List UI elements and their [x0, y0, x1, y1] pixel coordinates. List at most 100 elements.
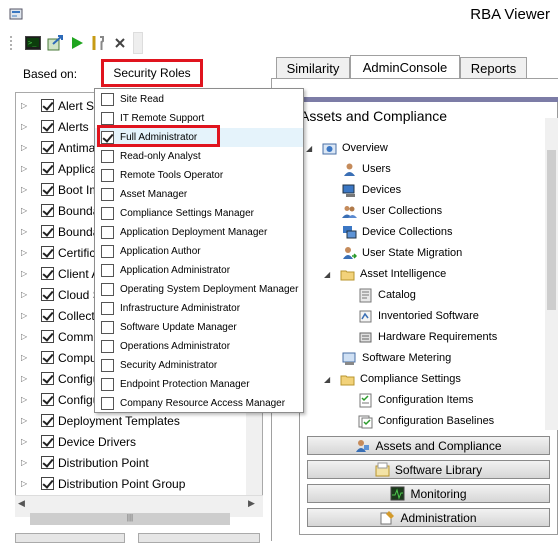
- permission-row[interactable]: ▷ Device Drivers: [16, 431, 262, 452]
- tab-adminconsole[interactable]: AdminConsole: [350, 55, 460, 79]
- tab-reports[interactable]: Reports: [460, 57, 527, 79]
- role-option[interactable]: Application Author: [95, 242, 303, 261]
- console-icon[interactable]: >_: [24, 34, 42, 52]
- role-option[interactable]: Software Update Manager: [95, 318, 303, 337]
- permission-checkbox[interactable]: [41, 435, 54, 448]
- role-option[interactable]: Operating System Deployment Manager: [95, 280, 303, 299]
- collapse-arrow-icon[interactable]: ◢: [306, 144, 316, 153]
- role-option[interactable]: Read-only Analyst: [95, 147, 303, 166]
- permission-checkbox[interactable]: [41, 120, 54, 133]
- bottom-button-2[interactable]: [138, 533, 260, 543]
- permission-checkbox[interactable]: [41, 183, 54, 196]
- role-option[interactable]: Application Deployment Manager: [95, 223, 303, 242]
- expand-arrow-icon[interactable]: ▷: [21, 227, 31, 236]
- tab-similarity[interactable]: Similarity: [276, 57, 350, 79]
- role-option[interactable]: Application Administrator: [95, 261, 303, 280]
- security-roles-dropdown[interactable]: Security Roles: [101, 59, 203, 87]
- permission-checkbox[interactable]: [41, 141, 54, 154]
- workspace-button[interactable]: Software Library: [307, 460, 550, 479]
- permission-checkbox[interactable]: [41, 330, 54, 343]
- role-option[interactable]: Company Resource Access Manager: [95, 394, 303, 413]
- role-option[interactable]: Infrastructure Administrator: [95, 299, 303, 318]
- tree-node[interactable]: Configuration Items: [358, 390, 473, 410]
- tree-node[interactable]: ◢ Compliance Settings: [324, 369, 461, 389]
- permission-checkbox[interactable]: [41, 414, 54, 427]
- expand-arrow-icon[interactable]: ▷: [21, 353, 31, 362]
- role-checkbox[interactable]: [101, 283, 114, 296]
- role-option[interactable]: Remote Tools Operator: [95, 166, 303, 185]
- role-checkbox[interactable]: [101, 245, 114, 258]
- expand-arrow-icon[interactable]: ▷: [21, 101, 31, 110]
- tree-scroll-thumb[interactable]: [547, 150, 556, 310]
- workspace-button[interactable]: Administration: [307, 508, 550, 527]
- permission-checkbox[interactable]: [41, 309, 54, 322]
- permission-row[interactable]: ▷ Distribution Point: [16, 452, 262, 473]
- horizontal-scroll-thumb[interactable]: |||: [30, 513, 230, 525]
- tree-node[interactable]: Users: [342, 159, 391, 179]
- toolbar-overflow-icon[interactable]: [133, 32, 143, 54]
- expand-arrow-icon[interactable]: ▷: [21, 185, 31, 194]
- tools-icon[interactable]: [89, 34, 107, 52]
- role-option[interactable]: Site Read: [95, 90, 303, 109]
- role-checkbox[interactable]: [101, 397, 114, 410]
- expand-arrow-icon[interactable]: ▷: [21, 374, 31, 383]
- permission-checkbox[interactable]: [41, 246, 54, 259]
- expand-arrow-icon[interactable]: ▷: [21, 269, 31, 278]
- role-checkbox[interactable]: [101, 359, 114, 372]
- tree-node[interactable]: Hardware Requirements: [358, 327, 497, 347]
- tree-node[interactable]: User State Migration: [342, 243, 462, 263]
- collapse-arrow-icon[interactable]: ◢: [324, 270, 334, 279]
- tree-node[interactable]: Configuration Baselines: [358, 411, 494, 430]
- export-icon[interactable]: [46, 34, 64, 52]
- expand-arrow-icon[interactable]: ▷: [21, 332, 31, 341]
- role-checkbox[interactable]: [101, 264, 114, 277]
- expand-arrow-icon[interactable]: ▷: [21, 248, 31, 257]
- role-checkbox[interactable]: [101, 321, 114, 334]
- expand-arrow-icon[interactable]: ▷: [21, 143, 31, 152]
- role-checkbox[interactable]: [101, 169, 114, 182]
- permission-checkbox[interactable]: [41, 204, 54, 217]
- permission-checkbox[interactable]: [41, 351, 54, 364]
- expand-arrow-icon[interactable]: ▷: [21, 437, 31, 446]
- tree-node[interactable]: Devices: [342, 180, 401, 200]
- expand-arrow-icon[interactable]: ▷: [21, 479, 31, 488]
- tree-node[interactable]: Device Collections: [342, 222, 452, 242]
- tree-node[interactable]: ◢ Overview: [306, 138, 388, 158]
- permission-row[interactable]: ▷ Deployment Templates: [16, 410, 262, 431]
- role-option[interactable]: Security Administrator: [95, 356, 303, 375]
- close-icon[interactable]: [111, 34, 129, 52]
- role-checkbox[interactable]: [101, 302, 114, 315]
- scroll-right-icon[interactable]: ▶: [248, 498, 255, 509]
- role-checkbox[interactable]: [101, 378, 114, 391]
- tree-node[interactable]: Software Metering: [342, 348, 451, 368]
- permission-checkbox[interactable]: [41, 393, 54, 406]
- role-checkbox[interactable]: [101, 226, 114, 239]
- scroll-left-icon[interactable]: ◀: [18, 498, 25, 509]
- role-option[interactable]: Operations Administrator: [95, 337, 303, 356]
- permission-checkbox[interactable]: [41, 456, 54, 469]
- role-checkbox[interactable]: [101, 340, 114, 353]
- expand-arrow-icon[interactable]: ▷: [21, 290, 31, 299]
- tree-node[interactable]: Catalog: [358, 285, 416, 305]
- expand-arrow-icon[interactable]: ▷: [21, 122, 31, 131]
- workspace-button[interactable]: Assets and Compliance: [307, 436, 550, 455]
- role-checkbox[interactable]: [101, 112, 114, 125]
- permission-checkbox[interactable]: [41, 372, 54, 385]
- expand-arrow-icon[interactable]: ▷: [21, 458, 31, 467]
- role-option[interactable]: Endpoint Protection Manager: [95, 375, 303, 394]
- run-icon[interactable]: [68, 34, 86, 52]
- collapse-arrow-icon[interactable]: ◢: [324, 375, 334, 384]
- tree-node[interactable]: User Collections: [342, 201, 442, 221]
- permission-checkbox[interactable]: [41, 288, 54, 301]
- role-checkbox[interactable]: [101, 150, 114, 163]
- role-checkbox[interactable]: [101, 207, 114, 220]
- expand-arrow-icon[interactable]: ▷: [21, 395, 31, 404]
- role-checkbox[interactable]: [101, 93, 114, 106]
- permission-checkbox[interactable]: [41, 267, 54, 280]
- role-option[interactable]: Asset Manager: [95, 185, 303, 204]
- permission-row[interactable]: ▷ Distribution Point Group: [16, 473, 262, 494]
- expand-arrow-icon[interactable]: ▷: [21, 206, 31, 215]
- permission-checkbox[interactable]: [41, 225, 54, 238]
- role-checkbox[interactable]: [101, 188, 114, 201]
- permission-checkbox[interactable]: [41, 162, 54, 175]
